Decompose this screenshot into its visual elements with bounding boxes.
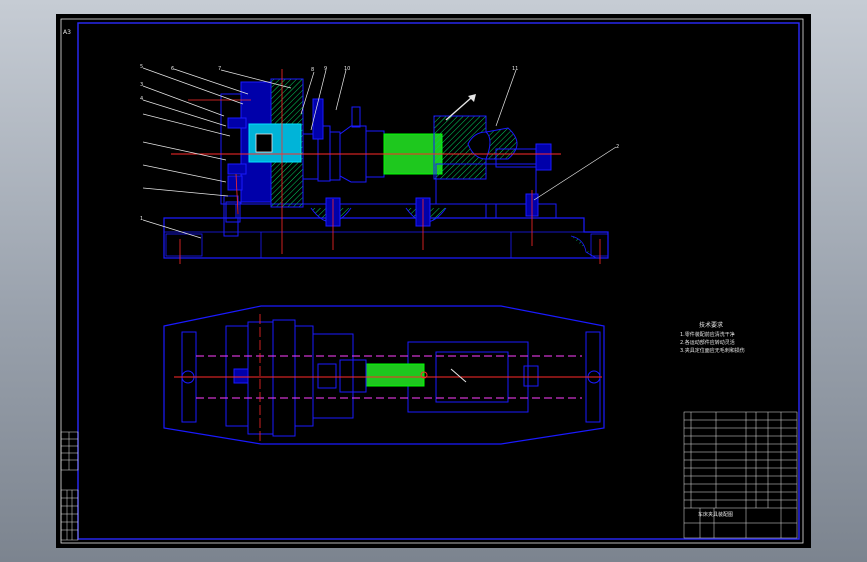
margin-table-lower (60, 489, 79, 541)
outer-frame (60, 18, 804, 544)
balloon-label: 7 (218, 66, 221, 72)
balloon-label: 11 (512, 66, 518, 72)
balloon-label: 1 (140, 216, 143, 222)
balloon-label: 4 (140, 96, 143, 102)
top-view (163, 305, 605, 445)
balloon-label: 5 (140, 64, 143, 70)
title-block (683, 411, 798, 539)
balloon-label: 8 (311, 67, 314, 73)
margin-table-upper (60, 431, 79, 471)
workpiece-top (365, 363, 425, 387)
tech-note-line: 2.各运动部件应转动灵活 (680, 339, 735, 346)
balloon-label: 2 (616, 144, 619, 150)
balloon-label: 9 (324, 66, 327, 72)
frame-tag: A3 (63, 29, 71, 36)
tech-note-line: 3.夹具定位面应无毛刺和损伤 (680, 347, 745, 354)
balloon-labels: 5 6 7 8 9 10 11 3 4 1 2 (140, 64, 619, 222)
front-view (163, 69, 609, 264)
tech-note-line: 1.零件装配前应清洗干净 (680, 331, 735, 338)
balloon-label: 10 (344, 66, 350, 72)
drawing-title: 车床夹具装配图 (698, 511, 733, 518)
v-block (433, 115, 487, 180)
tech-notes-title: 技术要求 (699, 321, 723, 329)
technical-notes: 技术要求 1.零件装配前应清洗干净 2.各运动部件应转动灵活 3.夹具定位面应无… (680, 321, 745, 354)
balloon-label: 3 (140, 82, 143, 88)
balloon-label: 6 (171, 66, 174, 72)
base-plate (163, 217, 609, 259)
drawing-sheet: A3 5 6 7 8 9 10 11 3 4 1 2 技术要求 1.零件装配前应… (56, 14, 811, 548)
assembly-drawing: A3 5 6 7 8 9 10 11 3 4 1 2 技术要求 1.零件装配前应… (60, 18, 804, 544)
